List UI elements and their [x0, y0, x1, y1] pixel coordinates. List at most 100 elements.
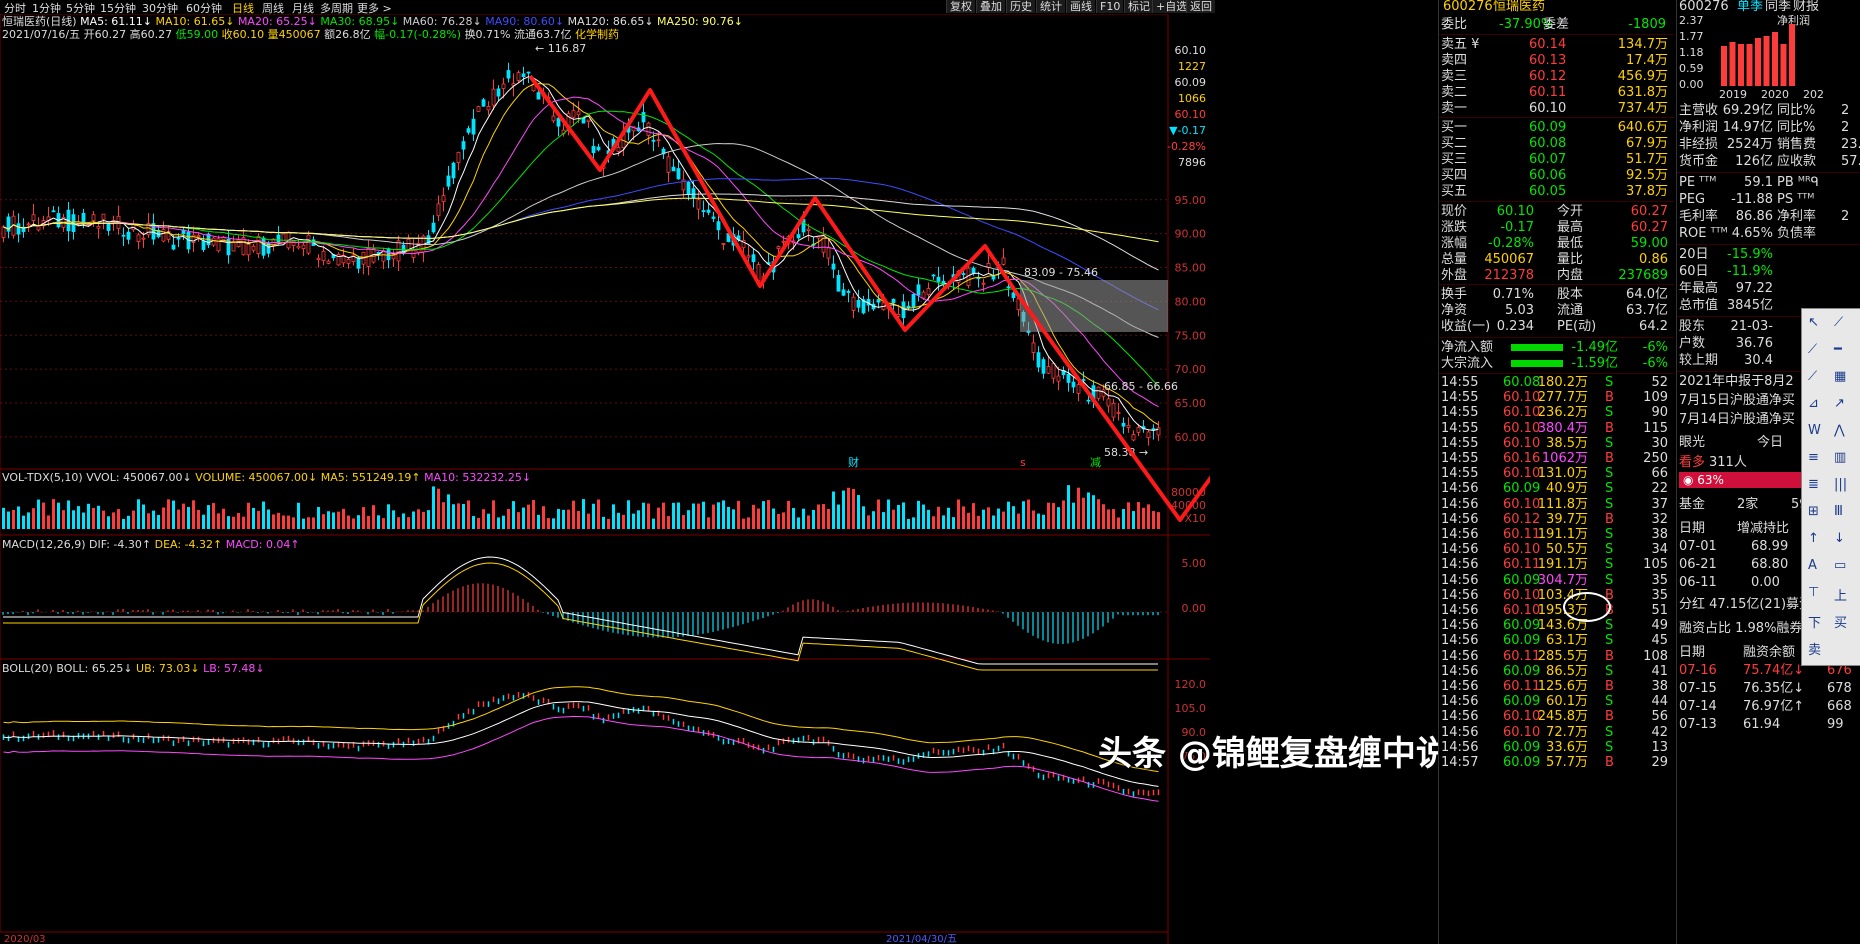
toolbar-button[interactable]: 标记	[1124, 0, 1153, 13]
toolbar-button[interactable]: 复权	[946, 0, 975, 13]
flow-row: 大宗流入 -1.59亿 -6%	[1441, 356, 1668, 371]
profit-bar	[1746, 44, 1753, 86]
candle-body	[476, 106, 481, 112]
candle-body	[891, 298, 896, 304]
fin-row: PEG -11.88 PS ᵀᵀᴹ	[1679, 192, 1815, 207]
toolbar-button[interactable]: 历史	[1006, 0, 1035, 13]
tick-row: 14:55 60.10 38.5万 S 30	[1441, 435, 1668, 451]
draw-tool-icon[interactable]: ⊤	[1808, 585, 1819, 600]
candle-body	[451, 162, 456, 179]
draw-tool-icon[interactable]: ↑	[1808, 531, 1819, 546]
volume-bar	[967, 512, 970, 529]
draw-tool-icon[interactable]: 下	[1808, 612, 1821, 631]
toolbar-button[interactable]: F10	[1096, 0, 1124, 13]
candle-body	[96, 226, 101, 229]
fin-tab[interactable]: 同季	[1765, 0, 1791, 14]
candle-body	[211, 237, 216, 246]
draw-tool-icon[interactable]: 卖	[1808, 639, 1821, 658]
ma-line	[3, 177, 1159, 311]
volume-bar	[572, 500, 575, 529]
candles	[1, 62, 1161, 446]
event-marker[interactable]: 减	[1090, 456, 1101, 469]
draw-tool-icon[interactable]: ↖	[1808, 315, 1819, 330]
draw-tool-icon[interactable]: ━	[1834, 342, 1842, 357]
tick-row: 14:56 60.10 245.8万 B 56	[1441, 709, 1668, 725]
draw-tool-icon[interactable]: ≡	[1808, 450, 1819, 465]
draw-tool-icon[interactable]: ↗	[1834, 396, 1845, 411]
draw-tool-icon[interactable]: ▭	[1834, 558, 1846, 573]
volume-bar	[1117, 517, 1120, 529]
candle-body	[251, 245, 256, 251]
toolbar-button[interactable]: 统计	[1036, 0, 1065, 13]
fin-tab[interactable]: 单季	[1737, 0, 1763, 14]
candle-body	[776, 246, 781, 249]
fin-year: 2020	[1761, 88, 1789, 100]
volume-bar	[1042, 514, 1045, 529]
volume-bar	[1007, 501, 1010, 529]
volume-bar	[277, 512, 280, 529]
volume-bar	[1062, 500, 1065, 529]
draw-tool-icon[interactable]: ⟋	[1808, 369, 1817, 384]
toolbar-button[interactable]: 画线	[1066, 0, 1095, 13]
draw-tool-icon[interactable]: ⟋	[1834, 315, 1843, 330]
toolbar-button[interactable]: +自选	[1152, 0, 1191, 13]
ma-value: MA120: 86.65↓	[567, 15, 658, 28]
volume-bar	[397, 517, 400, 529]
fin-axis: 0.59	[1679, 62, 1704, 75]
toolbar-button[interactable]: 返回	[1186, 0, 1215, 13]
volume-bar	[1122, 509, 1125, 529]
candle-body	[31, 214, 36, 221]
candle-body	[701, 210, 706, 212]
volume-bar	[267, 509, 270, 529]
tick-row: 14:55 60.08 180.2万 S 52	[1441, 375, 1668, 390]
rz-row: 07-14 76.97亿↑ 668	[1679, 699, 1852, 714]
toolbar-button[interactable]: 叠加	[976, 0, 1005, 13]
candle-body	[196, 234, 201, 237]
draw-tool-icon[interactable]: 上	[1834, 585, 1847, 604]
volume-bar	[432, 486, 435, 529]
candle-body	[236, 239, 241, 247]
volume-bar	[527, 504, 530, 529]
draw-tool-icon[interactable]: ▥	[1834, 450, 1846, 465]
orderbook-row[interactable]: 买五 60.05 37.8万	[1439, 183, 1674, 201]
orderbook-row[interactable]: 卖一 60.10 737.4万	[1439, 100, 1674, 118]
quote-header: 600276 恒瑞医药	[1439, 0, 1674, 14]
fin-tab[interactable]: 财报	[1793, 0, 1819, 14]
volume-bar	[567, 509, 570, 529]
candle-body	[551, 115, 556, 122]
draw-tool-icon[interactable]: 买	[1834, 612, 1847, 631]
candle-body	[316, 257, 321, 260]
y-top-label: 1066	[1178, 92, 1206, 105]
event-marker[interactable]: s	[1020, 456, 1026, 469]
draw-tool-icon[interactable]: ⋀	[1834, 423, 1845, 438]
high-label: ← 116.87	[535, 42, 586, 55]
candle-body	[431, 222, 436, 233]
volume-bar	[1082, 497, 1085, 529]
draw-tool-icon[interactable]: ▦	[1834, 369, 1846, 384]
volume-bar	[1047, 502, 1050, 529]
volume-bar	[227, 516, 230, 529]
volume-bar	[437, 488, 440, 529]
draw-tool-icon[interactable]: ⊿	[1808, 396, 1819, 411]
volume-bar	[947, 507, 950, 529]
draw-tool-icon[interactable]: |||	[1834, 477, 1847, 492]
rz-row: 07-13 61.94 99	[1679, 717, 1844, 732]
drawing-tools-palette[interactable]: ↖ ⟋ ⟋ ━ ⟋ ▦ ⊿ ↗ W ⋀ ≡ ▥ ≣ ||| ⊞ Ⅲ ↑ ↓ A ▭ ⊤ 上下买卖	[1801, 308, 1860, 666]
draw-tool-icon[interactable]: Ⅲ	[1834, 504, 1843, 519]
candle-body	[1006, 286, 1011, 289]
volume-bar	[512, 501, 515, 529]
draw-tool-icon[interactable]: A	[1808, 558, 1817, 573]
volume-bar	[102, 510, 105, 529]
draw-tool-icon[interactable]: ≣	[1808, 477, 1819, 492]
volume-bar	[897, 504, 900, 529]
stock-name: 恒瑞医药	[1493, 0, 1546, 14]
volume-bar	[427, 510, 430, 529]
draw-tool-icon[interactable]: ↓	[1834, 531, 1845, 546]
event-marker[interactable]: 财	[848, 455, 859, 469]
volume-bar	[557, 509, 560, 529]
box-label: 83.09 - 75.46	[1024, 266, 1098, 279]
draw-tool-icon[interactable]: ⟋	[1808, 342, 1817, 357]
y-tick: 90.00	[1175, 228, 1207, 241]
draw-tool-icon[interactable]: ⊞	[1808, 504, 1819, 519]
draw-tool-icon[interactable]: W	[1808, 423, 1821, 438]
